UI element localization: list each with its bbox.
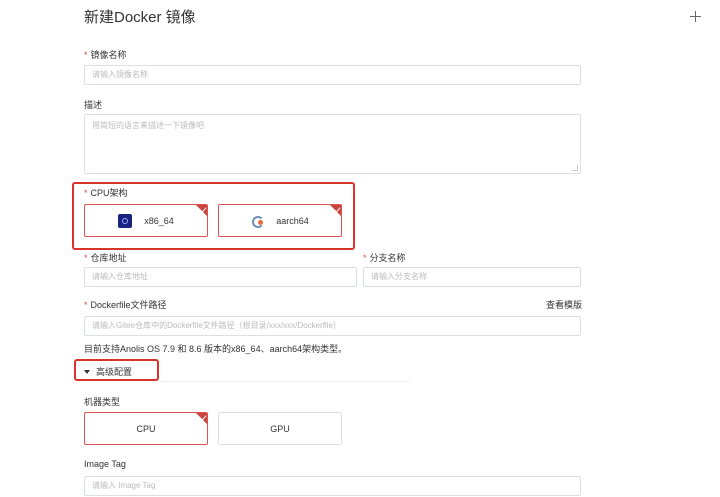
cpu-arch-label: * CPU架构 xyxy=(84,186,128,199)
image-name-label-text: 镜像名称 xyxy=(90,50,127,60)
check-icon xyxy=(196,413,207,424)
description-placeholder: 用简短的语言来描述一下镜像吧 xyxy=(92,121,204,130)
arm-icon xyxy=(251,215,265,228)
image-name-input[interactable]: 请输入镜像名称 xyxy=(84,65,581,85)
cpu-arch-option-aarch64[interactable]: aarch64 xyxy=(218,204,342,237)
repo-label: * 仓库地址 xyxy=(84,251,127,264)
page-title: 新建Docker 镜像 xyxy=(84,9,196,26)
view-template-link[interactable]: 查看模版 xyxy=(546,298,582,311)
branch-input[interactable]: 请输入分支名称 xyxy=(363,267,581,287)
image-tag-input[interactable]: 请输入 Image Tag xyxy=(84,476,581,496)
required-mark: * xyxy=(84,300,88,310)
required-mark: * xyxy=(363,253,367,263)
description-label: 描述 xyxy=(84,100,103,110)
option-label: CPU xyxy=(136,423,156,434)
intel-icon xyxy=(118,213,133,228)
cpu-arch-label-text: CPU架构 xyxy=(90,188,128,198)
support-hint: 目前支持Anolis OS 7.9 和 8.6 版本的x86_64、aarch6… xyxy=(84,344,348,354)
machine-type-option-gpu[interactable]: GPU xyxy=(218,412,342,445)
cpu-arch-option-x86[interactable]: x86_64 xyxy=(84,204,208,237)
dockerfile-label: * Dockerfile文件路径 xyxy=(84,298,167,311)
plus-icon[interactable] xyxy=(689,10,703,24)
required-mark: * xyxy=(84,253,88,263)
dockerfile-label-text: Dockerfile文件路径 xyxy=(90,300,167,310)
branch-label-text: 分支名称 xyxy=(369,253,406,263)
advanced-toggle-label: 高级配置 xyxy=(96,367,133,377)
resize-grip-icon[interactable] xyxy=(572,165,578,171)
dockerfile-path-input[interactable]: 请输入Gitee仓库中的Dockerfile文件路径（根目录/xxx/xxx/D… xyxy=(84,316,581,336)
image-name-label: * 镜像名称 xyxy=(84,48,127,61)
caret-down-icon xyxy=(84,369,90,374)
option-label: GPU xyxy=(270,423,290,434)
option-label: aarch64 xyxy=(276,215,309,226)
repo-label-text: 仓库地址 xyxy=(90,253,127,263)
required-mark: * xyxy=(84,50,88,60)
description-textarea[interactable]: 用简短的语言来描述一下镜像吧 xyxy=(84,114,581,174)
branch-label: * 分支名称 xyxy=(363,251,406,264)
repo-input[interactable]: 请输入仓库地址 xyxy=(84,267,357,287)
machine-type-label: 机器类型 xyxy=(84,397,121,407)
required-mark: * xyxy=(84,188,88,198)
divider xyxy=(160,381,410,382)
check-icon xyxy=(330,205,341,216)
image-tag-label: Image Tag xyxy=(84,459,126,469)
option-label: x86_64 xyxy=(144,215,174,226)
machine-type-option-cpu[interactable]: CPU xyxy=(84,412,208,445)
advanced-toggle[interactable]: 高级配置 xyxy=(84,365,132,378)
check-icon xyxy=(196,205,207,216)
